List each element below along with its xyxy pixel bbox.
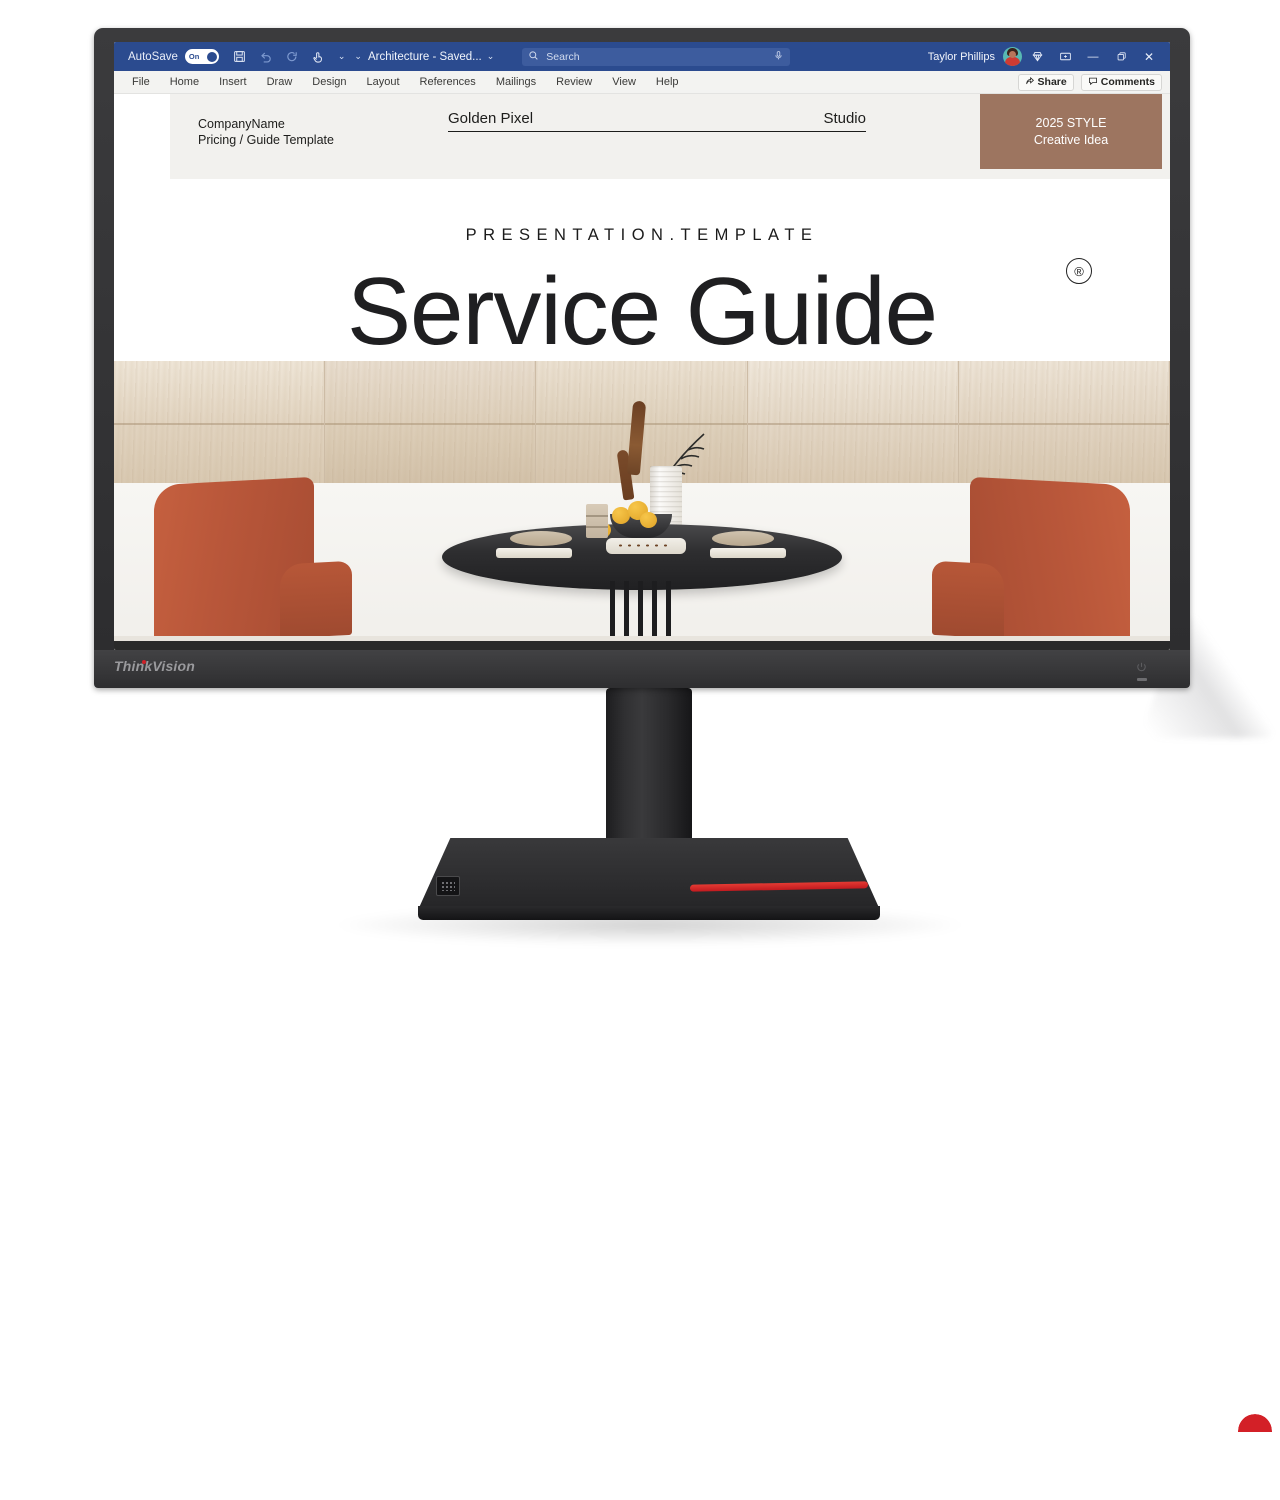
share-label: Share xyxy=(1037,76,1067,88)
wood-panel xyxy=(958,361,1170,483)
toggle-knob xyxy=(206,51,217,62)
word-title-bar: AutoSave On ⌄ ⌄ Architecture - Saved... … xyxy=(114,42,1170,71)
close-button[interactable]: ✕ xyxy=(1136,46,1162,68)
autosave-toggle[interactable]: On xyxy=(184,49,219,64)
titlebar-right-group: Taylor Phillips — ✕ xyxy=(928,46,1164,68)
autosave-state-label: On xyxy=(188,52,200,61)
ribbon-tab-bar: File Home Insert Draw Design Layout Refe… xyxy=(114,71,1170,94)
touch-mode-icon[interactable] xyxy=(307,46,329,67)
user-name-label[interactable]: Taylor Phillips xyxy=(928,51,995,63)
word-application-window: AutoSave On ⌄ ⌄ Architecture - Saved... … xyxy=(114,42,1170,650)
power-icon[interactable] xyxy=(1135,661,1148,674)
tab-help[interactable]: Help xyxy=(646,76,689,88)
search-icon xyxy=(528,48,539,66)
document-title[interactable]: Architecture - Saved... xyxy=(368,51,482,63)
tab-layout[interactable]: Layout xyxy=(357,76,410,88)
monitor-screen: AutoSave On ⌄ ⌄ Architecture - Saved... … xyxy=(114,42,1170,650)
cable-slot-accent xyxy=(1238,1414,1272,1432)
plate-setting-left xyxy=(510,531,572,546)
thinkvision-logo: ThinkVision xyxy=(114,658,196,674)
screenshot-stage: ThinkVision AutoSave On ⌄ ⌄ Architecture… xyxy=(0,0,1280,1500)
wood-panel xyxy=(114,361,326,483)
slide-page: CompanyName Pricing / Guide Template Gol… xyxy=(114,94,1170,650)
placemat-left xyxy=(496,548,572,558)
share-icon xyxy=(1025,76,1035,89)
microphone-icon[interactable] xyxy=(773,48,784,66)
company-block: CompanyName Pricing / Guide Template xyxy=(198,116,334,148)
save-icon[interactable] xyxy=(229,46,251,67)
avatar-face xyxy=(1009,51,1016,58)
tab-home[interactable]: Home xyxy=(160,76,209,88)
lemon xyxy=(640,512,657,528)
slide-kicker: PRESENTATION.TEMPLATE xyxy=(465,226,819,244)
slide-header-band: CompanyName Pricing / Guide Template Gol… xyxy=(170,94,1170,179)
comment-icon xyxy=(1088,76,1098,89)
cable-management-slot xyxy=(1238,1414,1272,1500)
badge-pattern xyxy=(441,881,455,891)
company-subtitle: Pricing / Guide Template xyxy=(198,133,334,147)
search-input[interactable]: Search xyxy=(522,47,791,66)
tab-review[interactable]: Review xyxy=(546,76,602,88)
thinkvision-logo-dot xyxy=(142,660,146,664)
monitor-chin-bar: ThinkVision xyxy=(94,650,1190,688)
display-options-icon[interactable] xyxy=(1052,46,1078,68)
style-badge-line1: 2025 STYLE xyxy=(1035,115,1107,130)
tab-insert[interactable]: Insert xyxy=(209,76,257,88)
brand-name-left: Golden Pixel xyxy=(448,110,534,127)
chair-left xyxy=(154,476,314,646)
status-led xyxy=(1137,678,1147,681)
search-placeholder: Search xyxy=(546,50,580,63)
stand-neck xyxy=(606,688,1272,1500)
monitor: ThinkVision AutoSave On ⌄ ⌄ Architecture… xyxy=(94,28,1190,688)
baseboard xyxy=(114,641,1170,650)
tab-mailings[interactable]: Mailings xyxy=(486,76,546,88)
ribbon-right-group: Share Comments xyxy=(1017,73,1170,91)
quick-access-toolbar: ⌄ ⌄ xyxy=(229,46,362,67)
plate-setting-right xyxy=(712,531,774,546)
comments-button[interactable]: Comments xyxy=(1080,73,1162,91)
avatar[interactable] xyxy=(1003,47,1022,66)
restore-button[interactable] xyxy=(1108,46,1134,68)
brand-name-right: Studio xyxy=(823,110,866,127)
avatar-body xyxy=(1005,57,1020,66)
slide-photo xyxy=(114,361,1170,650)
slide-headline: Service Guide xyxy=(347,258,938,365)
chair-right xyxy=(970,476,1130,646)
dining-table-leg xyxy=(610,581,674,641)
style-badge-line2: Creative Idea xyxy=(1033,132,1109,147)
tab-references[interactable]: References xyxy=(410,76,486,88)
center-tray xyxy=(606,538,686,554)
tab-design[interactable]: Design xyxy=(302,76,356,88)
stacked-cups xyxy=(586,504,608,538)
stand-base-front xyxy=(418,906,880,920)
company-name: CompanyName xyxy=(198,117,285,131)
stand-base-top xyxy=(418,838,880,910)
undo-icon[interactable] xyxy=(255,46,277,67)
tab-file[interactable]: File xyxy=(122,76,160,88)
share-button[interactable]: Share xyxy=(1017,73,1074,91)
wood-panel xyxy=(747,361,959,483)
brand-rule-block: Golden Pixel Studio xyxy=(448,110,866,132)
minimize-button[interactable]: — xyxy=(1080,46,1106,68)
placemat-right xyxy=(710,548,786,558)
style-badge: 2025 STYLE Creative Idea xyxy=(980,94,1162,169)
tab-view[interactable]: View xyxy=(602,76,646,88)
tray-contents xyxy=(616,542,672,549)
stand-base-badge xyxy=(436,876,460,896)
diamond-icon[interactable] xyxy=(1024,46,1050,68)
document-canvas[interactable]: CompanyName Pricing / Guide Template Gol… xyxy=(114,94,1170,650)
comments-label: Comments xyxy=(1100,76,1155,88)
chevron-down-icon[interactable]: ⌄ xyxy=(338,51,346,62)
redo-icon[interactable] xyxy=(281,46,303,67)
registered-trademark-icon: ® xyxy=(1066,258,1092,284)
tab-draw[interactable]: Draw xyxy=(257,76,303,88)
wood-panel xyxy=(325,361,537,483)
document-title-chevron-icon[interactable]: ⌄ xyxy=(487,51,495,62)
ribbon-display-icon[interactable]: ⌄ xyxy=(354,51,362,62)
autosave-label: AutoSave xyxy=(128,50,178,63)
